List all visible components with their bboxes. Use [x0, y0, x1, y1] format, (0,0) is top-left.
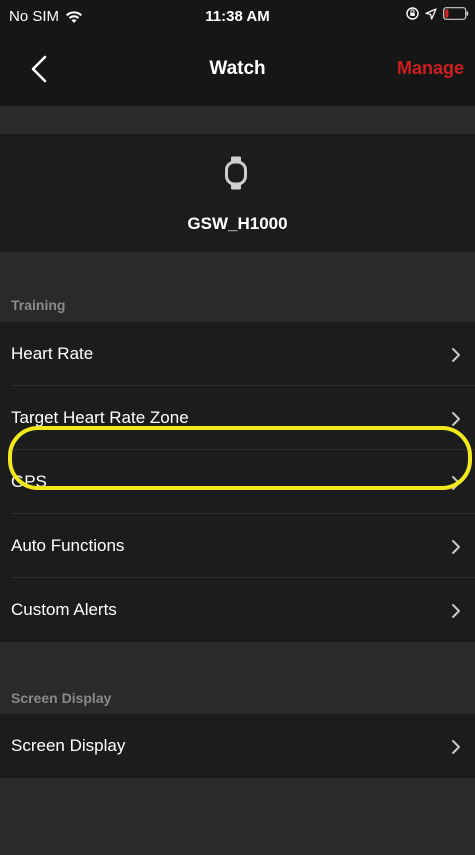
list-item-label: GPS [11, 472, 47, 491]
chevron-right-icon [452, 476, 460, 490]
device-name: GSW_H1000 [187, 214, 288, 233]
list-item-target-heart-rate-zone[interactable]: Target Heart Rate Zone [0, 386, 475, 450]
list-item-auto-functions[interactable]: Auto Functions [0, 514, 475, 578]
navigation-bar: Watch Manage [0, 34, 475, 106]
manage-button[interactable]: Manage [397, 58, 464, 79]
list-item-heart-rate[interactable]: Heart Rate [0, 322, 475, 386]
training-list: Heart Rate Target Heart Rate Zone GPS Au… [0, 322, 475, 642]
status-time: 11:38 AM [205, 8, 270, 25]
section-header-screen-display: Screen Display [11, 690, 112, 706]
status-right [406, 7, 469, 20]
chevron-right-icon [452, 740, 460, 754]
chevron-right-icon [452, 604, 460, 618]
section-header-training: Training [11, 297, 66, 313]
status-bar: No SIM 11:38 AM [0, 0, 475, 34]
chevron-right-icon [452, 348, 460, 362]
list-item-label: Heart Rate [11, 344, 94, 363]
battery-icon [443, 7, 469, 20]
list-item-custom-alerts[interactable]: Custom Alerts [0, 578, 475, 642]
list-item-label: Auto Functions [11, 536, 125, 555]
list-item-screen-display[interactable]: Screen Display [0, 714, 475, 778]
screen-display-list: Screen Display [0, 714, 475, 778]
orientation-lock-icon [406, 7, 419, 20]
list-item-label: Target Heart Rate Zone [11, 408, 189, 427]
location-icon [425, 7, 437, 20]
chevron-right-icon [452, 412, 460, 426]
list-item-gps[interactable]: GPS [0, 450, 475, 514]
device-card: GSW_H1000 [0, 134, 475, 252]
chevron-right-icon [452, 540, 460, 554]
list-item-label: Screen Display [11, 736, 126, 755]
list-item-label: Custom Alerts [11, 600, 117, 619]
watch-icon [225, 156, 247, 190]
